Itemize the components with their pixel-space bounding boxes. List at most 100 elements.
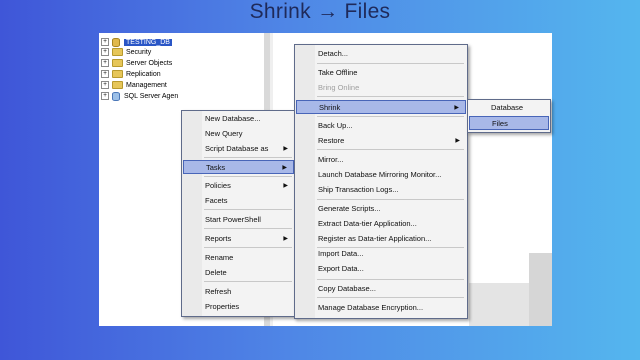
menu-item-shrink[interactable]: Shrink ▶ xyxy=(296,100,466,114)
folder-icon xyxy=(112,48,123,56)
menu-item-label: Files xyxy=(492,119,508,128)
menu-item-new-query[interactable]: New Query xyxy=(183,127,294,141)
menu-item-facets[interactable]: Facets xyxy=(183,194,294,208)
menu-item-refresh[interactable]: Refresh xyxy=(183,285,294,299)
submenu-arrow-icon: ▶ xyxy=(283,183,288,189)
tree-item-sql-server-agent[interactable]: + SQL Server Agen xyxy=(99,91,178,101)
menu-item-start-powershell[interactable]: Start PowerShell xyxy=(183,213,294,227)
tree-item-server-objects[interactable]: + Server Objects xyxy=(99,58,172,68)
menu-item-import-data[interactable]: Import Data... xyxy=(296,247,466,261)
menu-item-label: New Query xyxy=(205,129,243,138)
menu-item-label: Mirror... xyxy=(318,155,344,164)
menu-separator xyxy=(317,149,464,150)
menu-separator xyxy=(204,157,292,158)
expand-icon[interactable]: + xyxy=(101,81,109,89)
expand-icon[interactable]: + xyxy=(101,92,109,100)
menu-item-label: Restore xyxy=(318,136,345,145)
tree-item-label: SQL Server Agen xyxy=(124,92,179,100)
submenu-arrow-icon: ▶ xyxy=(282,165,287,171)
tree-item-testing-db[interactable]: + TESTING_DB xyxy=(99,37,172,47)
background-panel xyxy=(529,253,552,326)
menu-item-label: Generate Scripts... xyxy=(318,204,381,213)
tree-item-replication[interactable]: + Replication xyxy=(99,69,161,79)
menu-item-shrink-files[interactable]: Files xyxy=(469,116,549,130)
database-context-menu: New Database... New Query Script Databas… xyxy=(181,110,296,317)
menu-item-label: Launch Database Mirroring Monitor... xyxy=(318,170,442,179)
menu-separator xyxy=(317,279,464,280)
menu-item-new-database[interactable]: New Database... xyxy=(183,112,294,126)
menu-item-label: Extract Data-tier Application... xyxy=(318,219,417,228)
menu-item-label: Manage Database Encryption... xyxy=(318,303,424,312)
menu-item-label: Bring Online xyxy=(318,83,360,92)
menu-item-label: Delete xyxy=(205,268,227,277)
menu-item-policies[interactable]: Policies ▶ xyxy=(183,179,294,193)
submenu-arrow-icon: ▶ xyxy=(283,236,288,242)
menu-item-take-offline[interactable]: Take Offline xyxy=(296,66,466,80)
tree-item-label: Server Objects xyxy=(126,59,173,67)
tree-item-label: Security xyxy=(126,48,152,56)
menu-item-properties[interactable]: Properties xyxy=(183,300,294,314)
menu-item-label: Refresh xyxy=(205,287,232,296)
menu-separator xyxy=(204,281,292,282)
menu-item-label: New Database... xyxy=(205,114,261,123)
tree-item-label: Replication xyxy=(126,70,161,78)
menu-item-back-up[interactable]: Back Up... xyxy=(296,119,466,133)
menu-item-bring-online: Bring Online xyxy=(296,81,466,95)
menu-item-label: Copy Database... xyxy=(318,284,376,293)
menu-item-export-data[interactable]: Export Data... xyxy=(296,262,466,276)
folder-icon xyxy=(112,70,123,78)
menu-item-copy-database[interactable]: Copy Database... xyxy=(296,282,466,296)
menu-item-generate-scripts[interactable]: Generate Scripts... xyxy=(296,202,466,216)
shrink-submenu: Database Files xyxy=(467,99,551,133)
menu-item-delete[interactable]: Delete xyxy=(183,266,294,280)
menu-item-label: Rename xyxy=(205,253,234,262)
menu-item-label: Policies xyxy=(205,181,231,190)
menu-item-label: Script Database as xyxy=(205,144,269,153)
tree-item-label: Management xyxy=(126,81,167,89)
menu-separator xyxy=(317,199,464,200)
menu-item-label: Register as Data-tier Application... xyxy=(318,234,432,243)
menu-item-label: Database xyxy=(491,103,524,112)
menu-item-rename[interactable]: Rename xyxy=(183,251,294,265)
tree-item-label: TESTING_DB xyxy=(124,38,172,46)
expand-icon[interactable]: + xyxy=(101,48,109,56)
tree-item-management[interactable]: + Management xyxy=(99,80,167,90)
menu-item-label: Export Data... xyxy=(318,264,364,273)
tree-item-security[interactable]: + Security xyxy=(99,47,151,57)
menu-separator xyxy=(317,116,464,117)
menu-separator xyxy=(317,63,464,64)
agent-icon xyxy=(112,91,120,101)
menu-item-shrink-database[interactable]: Database xyxy=(469,101,549,115)
menu-item-manage-encryption[interactable]: Manage Database Encryption... xyxy=(296,301,466,315)
menu-item-label: Back Up... xyxy=(318,121,353,130)
menu-item-label: Ship Transaction Logs... xyxy=(318,185,399,194)
folder-icon xyxy=(112,59,123,67)
menu-item-label: Reports xyxy=(205,234,232,243)
folder-icon xyxy=(112,81,123,89)
menu-item-extract-data-tier[interactable]: Extract Data-tier Application... xyxy=(296,217,466,231)
expand-icon[interactable]: + xyxy=(101,38,109,46)
submenu-arrow-icon: ▶ xyxy=(454,105,459,111)
menu-separator xyxy=(204,209,292,210)
expand-icon[interactable]: + xyxy=(101,59,109,67)
menu-item-label: Start PowerShell xyxy=(205,215,261,224)
menu-item-tasks[interactable]: Tasks ▶ xyxy=(183,160,294,174)
menu-item-launch-mirroring-monitor[interactable]: Launch Database Mirroring Monitor... xyxy=(296,168,466,182)
submenu-arrow-icon: ▶ xyxy=(455,138,460,144)
menu-item-detach[interactable]: Detach... xyxy=(296,47,466,61)
menu-item-restore[interactable]: Restore ▶ xyxy=(296,134,466,148)
menu-item-reports[interactable]: Reports ▶ xyxy=(183,232,294,246)
menu-separator xyxy=(317,96,464,97)
menu-item-mirror[interactable]: Mirror... xyxy=(296,153,466,167)
menu-separator xyxy=(204,176,292,177)
menu-item-ship-transaction-logs[interactable]: Ship Transaction Logs... xyxy=(296,183,466,197)
menu-separator xyxy=(317,297,464,298)
expand-icon[interactable]: + xyxy=(101,70,109,78)
database-icon xyxy=(112,37,120,47)
submenu-arrow-icon: ▶ xyxy=(283,146,288,152)
menu-item-label: Properties xyxy=(205,302,240,311)
menu-item-register-data-tier[interactable]: Register as Data-tier Application... xyxy=(296,232,466,246)
menu-item-label: Take Offline xyxy=(318,68,358,77)
menu-item-script-database-as[interactable]: Script Database as ▶ xyxy=(183,142,294,156)
menu-item-label: Shrink xyxy=(319,103,341,112)
